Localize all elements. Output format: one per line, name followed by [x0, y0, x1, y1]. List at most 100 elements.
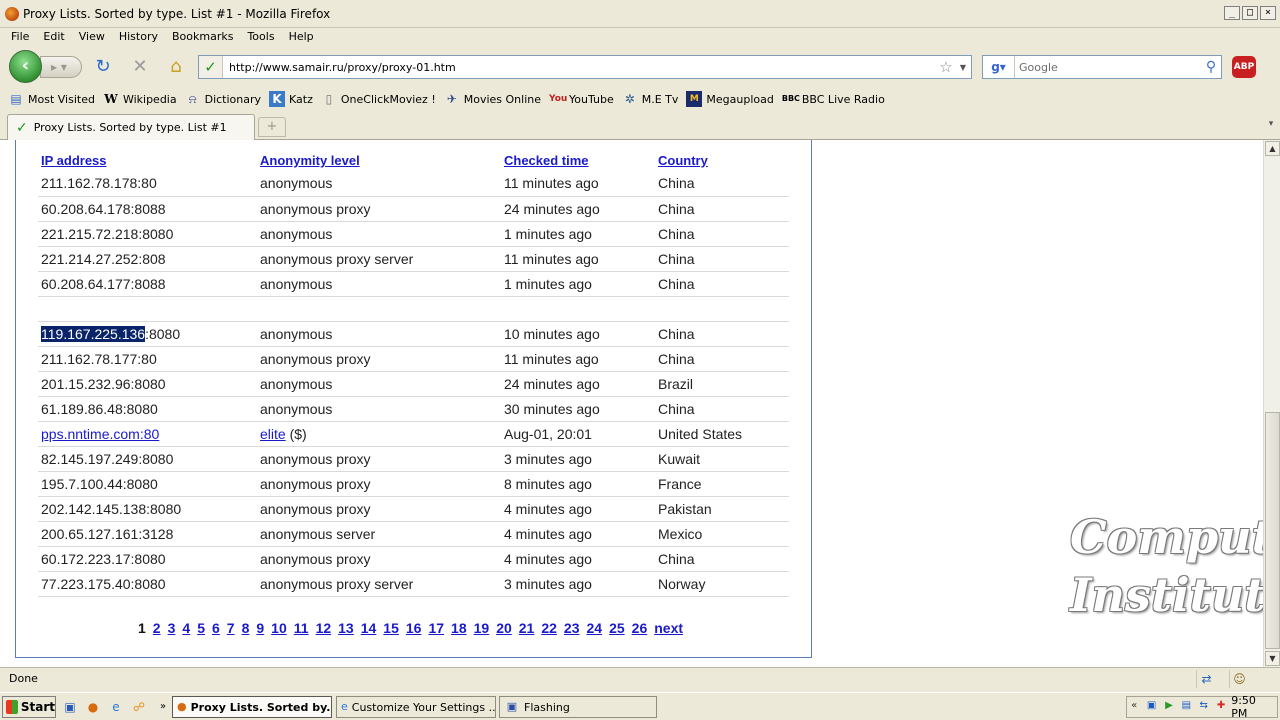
page-link[interactable]: 19: [474, 620, 490, 636]
search-engine-icon[interactable]: g▾: [983, 56, 1015, 78]
quicklaunch-overflow-icon[interactable]: »: [154, 698, 172, 716]
page-link[interactable]: 24: [587, 620, 603, 636]
maximize-button[interactable]: □: [1242, 6, 1258, 20]
show-desktop-icon[interactable]: ▣: [61, 698, 79, 716]
page-link[interactable]: 23: [564, 620, 580, 636]
menu-file[interactable]: File: [11, 30, 29, 43]
cell-ip-link[interactable]: pps.nntime.com:80: [38, 421, 257, 447]
reload-icon[interactable]: ↻: [92, 56, 114, 78]
bookmark-movies-online[interactable]: ✈ Movies Online: [444, 91, 541, 107]
bookmark-katz[interactable]: K Katz: [269, 91, 313, 107]
bookmark-bbc-live-radio[interactable]: BBC BBC Live Radio: [782, 91, 885, 107]
task-flashing[interactable]: ▣ Flashing: [499, 696, 657, 718]
wikipedia-icon: W: [104, 92, 118, 106]
page-link[interactable]: 18: [451, 620, 467, 636]
menu-history[interactable]: History: [119, 30, 158, 43]
page-link[interactable]: 20: [496, 620, 512, 636]
tab-list-dropdown-icon[interactable]: ▾: [1265, 119, 1277, 133]
forward-button[interactable]: ▸ ▾: [40, 56, 82, 78]
url-dropdown-icon[interactable]: ▼: [955, 63, 971, 72]
page-link[interactable]: 8: [242, 620, 250, 636]
cell-anonymity: anonymous: [257, 221, 501, 247]
bookmark-oneclickmoviez[interactable]: ▯ OneClickMoviez !: [321, 91, 436, 107]
page-link[interactable]: 3: [168, 620, 176, 636]
menu-tools[interactable]: Tools: [247, 30, 274, 43]
minimize-button[interactable]: _: [1224, 6, 1240, 20]
page-link[interactable]: 12: [316, 620, 332, 636]
page-link[interactable]: 13: [338, 620, 354, 636]
sponsored-proxy-link[interactable]: pps.nntime.com:80: [41, 426, 159, 442]
tray-windows-icon[interactable]: ✚: [1214, 700, 1228, 714]
page-link[interactable]: 5: [197, 620, 205, 636]
menu-bookmarks[interactable]: Bookmarks: [172, 30, 233, 43]
tray-expand-icon[interactable]: «: [1127, 700, 1141, 714]
task-customize-settings[interactable]: e Customize Your Settings ...: [336, 696, 496, 718]
bookmark-dictionary[interactable]: ⍾ Dictionary: [185, 91, 261, 107]
start-button[interactable]: Start: [2, 696, 56, 718]
page-link[interactable]: 16: [406, 620, 422, 636]
page-link[interactable]: 2: [153, 620, 161, 636]
page-link[interactable]: 9: [256, 620, 264, 636]
menu-view[interactable]: View: [79, 30, 105, 43]
page-link[interactable]: 25: [609, 620, 625, 636]
tray-monitor-icon[interactable]: ▤: [1179, 700, 1193, 714]
bookmark-metv[interactable]: ✲ M.E Tv: [622, 91, 679, 107]
page-link[interactable]: 10: [271, 620, 287, 636]
url-text[interactable]: http://www.samair.ru/proxy/proxy-01.htm: [229, 61, 937, 74]
bookmark-star-icon[interactable]: ☆: [937, 58, 955, 76]
cell-ip[interactable]: 119.167.225.136:8080: [38, 321, 257, 347]
ie-quicklaunch-icon[interactable]: e: [107, 698, 125, 716]
bookmark-most-visited[interactable]: ▤ Most Visited: [8, 91, 95, 107]
bookmark-youtube[interactable]: You YouTube: [549, 91, 614, 107]
menu-edit[interactable]: Edit: [43, 30, 64, 43]
header-anonymity-level[interactable]: Anonymity level: [257, 150, 501, 171]
page-link[interactable]: 7: [227, 620, 235, 636]
header-checked-time[interactable]: Checked time: [501, 150, 655, 171]
adblock-icon[interactable]: ABP: [1232, 56, 1256, 78]
tray-connection-icon[interactable]: ⇆: [1196, 700, 1210, 714]
home-icon[interactable]: ⌂: [165, 56, 187, 78]
megaupload-icon: M: [686, 91, 703, 107]
scrollbar-thumb[interactable]: [1265, 412, 1280, 649]
page-link[interactable]: 22: [541, 620, 557, 636]
back-button[interactable]: ‹: [9, 50, 42, 83]
page-link[interactable]: 4: [182, 620, 190, 636]
header-country[interactable]: Country: [655, 150, 789, 171]
search-bar[interactable]: g▾ Google ⚲: [982, 55, 1222, 79]
stop-icon[interactable]: ✕: [129, 56, 151, 78]
scroll-up-icon[interactable]: ▲: [1265, 141, 1280, 156]
page-link[interactable]: 15: [383, 620, 399, 636]
menu-help[interactable]: Help: [289, 30, 314, 43]
tab-proxy-lists[interactable]: ✓ Proxy Lists. Sorted by type. List #1: [7, 114, 255, 140]
url-bar[interactable]: ✓ http://www.samair.ru/proxy/proxy-01.ht…: [198, 55, 972, 79]
close-button[interactable]: ×: [1260, 6, 1276, 20]
addon-status-icon[interactable]: ☺: [1229, 670, 1249, 688]
firefox-quicklaunch-icon[interactable]: ●: [84, 698, 102, 716]
page-link[interactable]: 21: [519, 620, 535, 636]
bookmark-wikipedia[interactable]: W Wikipedia: [103, 91, 176, 107]
cell-anonymity: anonymous server: [257, 521, 501, 547]
page-link[interactable]: 11: [294, 620, 309, 636]
tray-play-icon[interactable]: ▶: [1162, 700, 1176, 714]
elite-link[interactable]: elite: [260, 426, 286, 442]
tray-network-icon[interactable]: ▣: [1144, 700, 1158, 714]
search-input[interactable]: Google: [1019, 61, 1201, 74]
vertical-scrollbar[interactable]: ▲ ▼: [1263, 140, 1280, 667]
new-tab-button[interactable]: +: [258, 117, 286, 137]
bookmark-megaupload[interactable]: M Megaupload: [686, 91, 774, 107]
page-icon: ▯: [325, 92, 333, 106]
selected-text[interactable]: 119.167.225.136: [41, 325, 146, 342]
page-link[interactable]: 6: [212, 620, 220, 636]
page-link[interactable]: 14: [361, 620, 377, 636]
app-quicklaunch-icon[interactable]: ☍: [130, 698, 148, 716]
sync-icon[interactable]: ⇄: [1196, 670, 1216, 688]
scroll-down-icon[interactable]: ▼: [1265, 651, 1280, 666]
site-identity-icon[interactable]: ✓: [199, 56, 223, 78]
windows-logo-icon: [6, 700, 18, 714]
task-firefox[interactable]: ● Proxy Lists. Sorted by...: [172, 696, 332, 718]
next-page-link[interactable]: next: [654, 620, 683, 636]
page-link[interactable]: 17: [428, 620, 444, 636]
search-icon[interactable]: ⚲: [1201, 59, 1221, 75]
header-ip-address[interactable]: IP address: [38, 150, 257, 171]
page-link[interactable]: 26: [632, 620, 648, 636]
